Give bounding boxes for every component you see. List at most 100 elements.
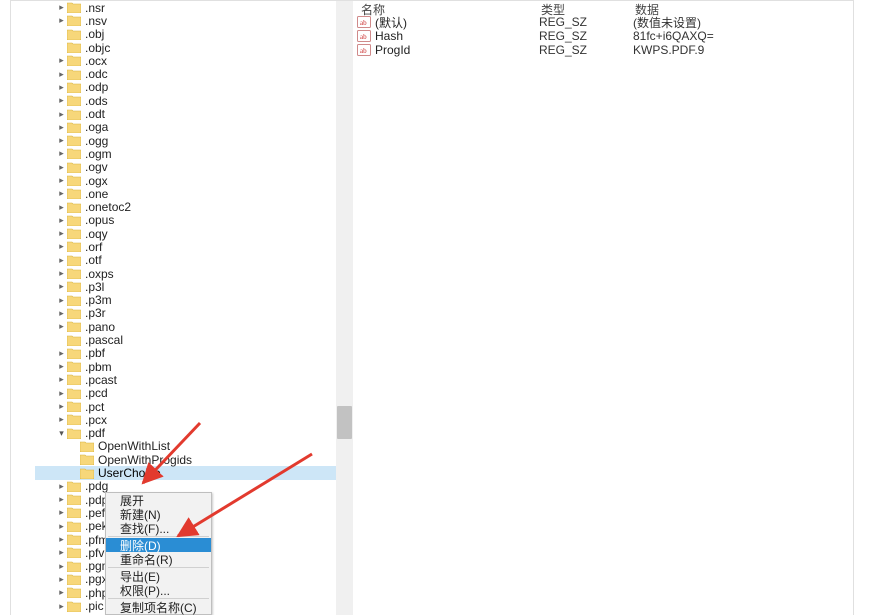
context-menu-item[interactable]: 复制项名称(C)	[106, 600, 211, 614]
expand-toggle[interactable]: ▸	[57, 123, 66, 132]
expand-toggle[interactable]: ▸	[57, 402, 66, 411]
tree-item[interactable]: .pascal	[35, 333, 336, 346]
tree-item[interactable]: .objc	[35, 41, 336, 54]
expand-toggle[interactable]: ▸	[57, 216, 66, 225]
tree-scrollbar[interactable]	[336, 1, 353, 615]
expand-toggle[interactable]: ▸	[57, 508, 66, 517]
tree-item[interactable]: ▸.oxps	[35, 267, 336, 280]
expand-toggle[interactable]: ▸	[57, 375, 66, 384]
expand-toggle[interactable]: ▸	[57, 96, 66, 105]
expand-toggle[interactable]: ▸	[57, 562, 66, 571]
scroll-thumb[interactable]	[337, 406, 352, 439]
expand-toggle[interactable]: ▸	[57, 389, 66, 398]
expand-toggle[interactable]: ▸	[57, 189, 66, 198]
expand-toggle[interactable]: ▸	[57, 296, 66, 305]
tree-item[interactable]: OpenWithList	[35, 440, 336, 453]
value-row[interactable]: abProgIdREG_SZKWPS.PDF.9	[355, 43, 863, 57]
tree-item[interactable]: ▸.p3r	[35, 307, 336, 320]
expand-toggle[interactable]: ▸	[57, 149, 66, 158]
tree-item[interactable]: ▸.ogg	[35, 134, 336, 147]
folder-icon	[67, 601, 81, 612]
tree-item[interactable]: ▸.pbf	[35, 347, 336, 360]
expand-toggle[interactable]: ▸	[57, 349, 66, 358]
tree-item[interactable]: ▸.pbm	[35, 360, 336, 373]
tree-item[interactable]: ▸ .pcd	[35, 387, 336, 400]
expand-toggle[interactable]: ▸	[57, 16, 66, 25]
value-data: KWPS.PDF.9	[633, 43, 704, 57]
tree-item[interactable]: ▸.onetoc2	[35, 200, 336, 213]
tree-item-label: .pcd	[85, 386, 108, 400]
context-menu[interactable]: 展开新建(N)查找(F)...删除(D)重命名(R)导出(E)权限(P)...复…	[105, 492, 212, 615]
tree-item[interactable]: ▸.ogx	[35, 174, 336, 187]
context-menu-item-label: 重命名(R)	[120, 551, 173, 568]
expand-toggle[interactable]: ▸	[57, 309, 66, 318]
expand-toggle[interactable]: ▸	[57, 362, 66, 371]
tree-item[interactable]: ▸.odc	[35, 67, 336, 80]
expand-toggle[interactable]: ▸	[57, 242, 66, 251]
context-menu-item[interactable]: 查找(F)...	[106, 521, 211, 535]
expand-toggle[interactable]: ▸	[57, 415, 66, 424]
tree-item[interactable]: ▸.pano	[35, 320, 336, 333]
tree-item[interactable]: UserChoice	[35, 466, 336, 479]
expand-toggle[interactable]: ▸	[57, 535, 66, 544]
expand-toggle[interactable]: ▸	[57, 256, 66, 265]
context-menu-item[interactable]: 权限(P)...	[106, 583, 211, 597]
collapse-toggle[interactable]: ▾	[57, 429, 66, 438]
tree-item[interactable]: ▸ .ods	[35, 94, 336, 107]
folder-icon	[67, 268, 81, 279]
folder-icon	[67, 574, 81, 585]
tree-item[interactable]: ▸.pct	[35, 400, 336, 413]
expand-toggle[interactable]: ▸	[57, 70, 66, 79]
tree-item[interactable]: ▸.ogv	[35, 161, 336, 174]
tree-item[interactable]: ▸.otf	[35, 254, 336, 267]
value-row[interactable]: ab(默认)REG_SZ(数值未设置)	[355, 15, 863, 29]
tree-item[interactable]: OpenWithProgids	[35, 453, 336, 466]
values-list: ab(默认)REG_SZ(数值未设置)abHashREG_SZ81fc+i6QA…	[355, 15, 863, 57]
values-pane: 名称 类型 数据 ab(默认)REG_SZ(数值未设置)abHashREG_SZ…	[355, 1, 863, 615]
tree-item[interactable]: ▸.odp	[35, 81, 336, 94]
expand-toggle[interactable]: ▸	[57, 282, 66, 291]
expand-toggle[interactable]: ▸	[57, 3, 66, 12]
value-type: REG_SZ	[539, 43, 633, 57]
expand-toggle[interactable]: ▸	[57, 522, 66, 531]
expand-toggle[interactable]: ▸	[57, 495, 66, 504]
expand-toggle[interactable]: ▸	[57, 548, 66, 557]
expand-toggle[interactable]: ▸	[57, 83, 66, 92]
tree-item[interactable]: ▸.odt	[35, 107, 336, 120]
expand-toggle[interactable]: ▸	[57, 176, 66, 185]
tree-item[interactable]: ▸.ocx	[35, 54, 336, 67]
tree-item[interactable]: ▸.nsv	[35, 14, 336, 27]
context-menu-item[interactable]: 重命名(R)	[106, 552, 211, 566]
tree-item[interactable]: ▸.p3m	[35, 294, 336, 307]
expand-toggle[interactable]: ▸	[57, 575, 66, 584]
tree-item[interactable]: ▸.ogm	[35, 147, 336, 160]
expand-toggle[interactable]: ▸	[57, 602, 66, 611]
expand-toggle[interactable]: ▸	[57, 136, 66, 145]
tree-item[interactable]: ▸.pdg	[35, 480, 336, 493]
expand-toggle[interactable]: ▸	[57, 56, 66, 65]
tree-item[interactable]: ▸.nsr	[35, 1, 336, 14]
tree-item-label: .ods	[85, 94, 108, 108]
tree-item[interactable]: ▸.oqy	[35, 227, 336, 240]
tree-item[interactable]: ▸.oga	[35, 121, 336, 134]
tree-item[interactable]: ▸.orf	[35, 240, 336, 253]
expand-toggle[interactable]: ▸	[57, 588, 66, 597]
tree-item[interactable]: ▸.pcast	[35, 373, 336, 386]
tree-item[interactable]: ▸.opus	[35, 214, 336, 227]
expand-toggle[interactable]: ▸	[57, 229, 66, 238]
tree-item[interactable]: ▾.pdf	[35, 427, 336, 440]
expand-toggle[interactable]: ▸	[57, 203, 66, 212]
tree-item[interactable]: ▸.p3l	[35, 280, 336, 293]
tree-item[interactable]: .obj	[35, 28, 336, 41]
value-row[interactable]: abHashREG_SZ81fc+i6QAXQ=	[355, 29, 863, 43]
folder-icon	[80, 468, 94, 479]
expand-toggle[interactable]: ▸	[57, 482, 66, 491]
value-type: REG_SZ	[539, 29, 633, 43]
tree-item[interactable]: ▸.one	[35, 187, 336, 200]
expand-toggle[interactable]: ▸	[57, 110, 66, 119]
folder-icon	[67, 481, 81, 492]
tree-item[interactable]: ▸.pcx	[35, 413, 336, 426]
expand-toggle[interactable]: ▸	[57, 322, 66, 331]
expand-toggle[interactable]: ▸	[57, 269, 66, 278]
expand-toggle[interactable]: ▸	[57, 163, 66, 172]
